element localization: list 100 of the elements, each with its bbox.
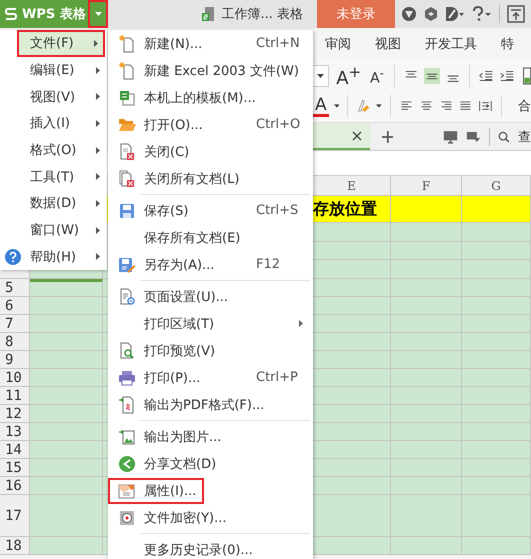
menu-item[interactable]: 属性(I)...	[108, 477, 313, 504]
table-cell	[391, 477, 462, 496]
menu-item[interactable]: 打印预览(V)	[108, 337, 313, 364]
ribbon-tab[interactable]: 开发工具	[413, 35, 489, 53]
table-cell	[391, 333, 462, 352]
menu-item[interactable]: 打开(O)... Ctrl+O	[108, 111, 313, 138]
row-header[interactable]: 6	[0, 297, 30, 316]
upload-icon[interactable]	[507, 5, 526, 23]
menu-item[interactable]: 关闭(C)	[108, 138, 313, 165]
row-header[interactable]: 9	[0, 351, 30, 370]
find-button[interactable]: 查	[518, 128, 531, 146]
menu-item[interactable]: 新建 Excel 2003 文件(W)	[108, 57, 313, 84]
row-header[interactable]: 17	[0, 495, 30, 538]
row-header[interactable]: 8	[0, 333, 30, 352]
row-header[interactable]: 12	[0, 405, 30, 424]
row-header[interactable]: 10	[0, 369, 30, 388]
table-cell	[391, 459, 462, 478]
wrap-text-icon[interactable]	[520, 65, 531, 87]
add-tab-icon[interactable]	[382, 130, 394, 144]
menu-item[interactable]: 输出为图片...	[108, 423, 313, 450]
menu-item[interactable]: 关闭所有文档(L)	[108, 165, 313, 192]
table-cell	[462, 223, 531, 242]
table-cell	[462, 333, 531, 352]
menu-item[interactable]: 另存为(A)... F12	[108, 251, 313, 278]
app-name: WPS 表格	[22, 6, 86, 23]
properties-icon	[118, 482, 136, 498]
font-size-field[interactable]	[313, 65, 330, 87]
help-icon	[5, 248, 21, 265]
hexagon-icon[interactable]	[424, 7, 438, 21]
close-all-icon	[119, 170, 135, 188]
submenu-arrow-icon	[96, 253, 100, 260]
print-preview-icon	[119, 342, 135, 360]
new-document-icon	[119, 62, 135, 80]
menu-item[interactable]: 打印(P)... Ctrl+P	[108, 364, 313, 391]
submenu-arrow-icon	[96, 66, 100, 74]
submenu-arrow-icon	[94, 40, 98, 47]
table-cell	[462, 242, 531, 260]
menu-item[interactable]: 数据(D)	[17, 190, 105, 217]
menu-item[interactable]: 文件加密(Y)...	[108, 504, 313, 531]
caret-icon[interactable]	[376, 104, 382, 108]
menu-item[interactable]: 格式(O)	[17, 136, 105, 164]
menu-item[interactable]: 保存所有文档(E)	[108, 224, 313, 251]
merge-button[interactable]: 合	[518, 97, 531, 115]
save-icon	[119, 202, 135, 218]
menu-item[interactable]: 打印区域(T)	[108, 310, 313, 337]
submenu-arrow-icon	[96, 226, 100, 234]
table-cell	[462, 537, 531, 556]
table-cell	[462, 441, 531, 460]
menu-item[interactable]: 新建(N)... Ctrl+N	[108, 30, 313, 57]
table-cell	[391, 441, 462, 460]
menu-item[interactable]: 工具(T)	[17, 163, 105, 190]
help-icon[interactable]	[472, 6, 492, 22]
row-header[interactable]: 5	[0, 279, 30, 298]
row-header[interactable]: 16	[0, 477, 30, 496]
row-header[interactable]: 11	[0, 387, 30, 406]
caret-icon[interactable]	[334, 104, 340, 108]
row-header[interactable]: 7	[0, 315, 30, 334]
close-document-icon	[119, 142, 135, 160]
shrink-font-button[interactable]: A$^{-}$	[368, 66, 386, 86]
table-cell	[462, 459, 531, 478]
menu-item[interactable]: 本机上的模板(M)...	[108, 84, 313, 111]
monitor-icon[interactable]	[443, 128, 458, 144]
template-icon	[119, 90, 135, 106]
image-export-icon	[119, 428, 135, 446]
menu-item[interactable]: 编辑(E)	[17, 56, 105, 84]
table-cell	[391, 351, 462, 370]
table-cell	[391, 369, 462, 388]
menu-item[interactable]: 输出为PDF格式(F)...	[108, 391, 313, 418]
share-icon	[119, 456, 135, 472]
menu-item[interactable]: 文件(F)	[17, 30, 105, 57]
submenu-arrow-icon	[96, 93, 100, 100]
page-setup-icon	[119, 288, 135, 306]
menu-item[interactable]: 插入(I)	[17, 110, 105, 137]
menu-item[interactable]: 页面设置(U)...	[108, 283, 313, 310]
menu-item[interactable]: 视图(V)	[17, 83, 105, 110]
row-header[interactable]: 18	[0, 537, 30, 556]
menu-item[interactable]: 分享文档(D)	[108, 450, 313, 477]
grow-font-button[interactable]: A$^{+}$	[334, 63, 364, 89]
menu-item[interactable]: 帮助(H)	[5, 244, 105, 270]
table-cell	[391, 387, 462, 406]
logo-icon	[4, 7, 18, 21]
row-header[interactable]: 13	[0, 423, 30, 442]
close-icon[interactable]	[352, 130, 362, 140]
row-header[interactable]: 14	[0, 441, 30, 460]
table-cell	[462, 260, 531, 280]
ribbon-tab[interactable]: 视图	[363, 35, 413, 53]
app-menu-button[interactable]	[88, 0, 108, 28]
table-cell	[462, 405, 531, 424]
menu-item[interactable]: 窗口(W)	[17, 216, 105, 244]
menu-item[interactable]: 保存(S) Ctrl+S	[108, 197, 313, 224]
search-icon[interactable]	[498, 130, 510, 144]
submenu-arrow-icon	[96, 173, 100, 180]
ribbon-tab[interactable]: 审阅	[313, 35, 363, 53]
row-header[interactable]: 15	[0, 459, 30, 478]
menu-item[interactable]: 更多历史记录(0)...	[108, 536, 313, 559]
new-document-icon	[119, 34, 135, 52]
table-cell	[462, 279, 531, 298]
ribbon-tab[interactable]: 特	[489, 35, 526, 53]
align-middle-icon[interactable]	[424, 67, 440, 85]
table-cell	[391, 537, 462, 556]
